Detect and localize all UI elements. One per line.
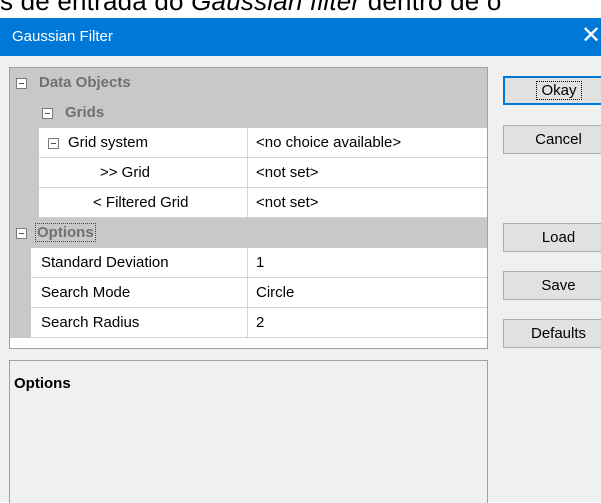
property-name: < Filtered Grid [93, 194, 189, 211]
category-options[interactable]: Options [10, 218, 487, 248]
category-label: Grids [65, 104, 105, 121]
property-name: Search Mode [41, 284, 131, 301]
property-value[interactable]: 2 [248, 308, 487, 338]
property-grid[interactable]: Data Objects Grids Grid system <no choic… [9, 67, 488, 349]
property-row-standard-deviation[interactable]: Standard Deviation 1 [10, 248, 487, 278]
load-button[interactable]: Load [503, 223, 601, 252]
background-caption-text: s de entrada do Gaussian filter dentro d… [0, 0, 601, 18]
dialog-body: Data Objects Grids Grid system <no choic… [0, 56, 601, 503]
close-icon[interactable]: ✕ [581, 22, 601, 50]
property-value[interactable]: Circle [248, 278, 487, 308]
collapse-icon[interactable] [16, 78, 27, 89]
caption-text-before: s de entrada do [0, 0, 192, 16]
category-label: Data Objects [39, 74, 131, 91]
defaults-button[interactable]: Defaults [503, 319, 601, 348]
property-name: >> Grid [100, 164, 151, 181]
dialog-title: Gaussian Filter [12, 28, 113, 45]
okay-button[interactable]: Okay [503, 76, 601, 105]
collapse-icon[interactable] [48, 138, 59, 149]
property-name: Search Radius [41, 314, 140, 331]
property-row-search-mode[interactable]: Search Mode Circle [10, 278, 487, 308]
cancel-button[interactable]: Cancel [503, 125, 601, 154]
collapse-icon[interactable] [42, 108, 53, 119]
property-value[interactable]: <not set> [248, 158, 487, 188]
property-value[interactable]: 1 [248, 248, 487, 278]
caption-text-italic: Gaussian filter [191, 0, 361, 16]
property-row-grid-system[interactable]: Grid system <no choice available> [10, 128, 487, 158]
property-row-input-grid[interactable]: >> Grid <not set> [10, 158, 487, 188]
dialog-titlebar[interactable]: Gaussian Filter ✕ [0, 18, 601, 56]
category-data-objects[interactable]: Data Objects [10, 68, 487, 98]
property-row-filtered-grid[interactable]: < Filtered Grid <not set> [10, 188, 487, 218]
collapse-icon[interactable] [16, 228, 27, 239]
category-grids[interactable]: Grids [10, 98, 487, 128]
caption-text-after: dentro de o [360, 0, 502, 16]
property-name: Standard Deviation [41, 254, 169, 271]
property-value[interactable]: <no choice available> [248, 128, 487, 158]
description-panel: Options [9, 360, 488, 503]
category-label: Options [35, 223, 96, 242]
description-title: Options [14, 375, 71, 392]
save-button[interactable]: Save [503, 271, 601, 300]
property-name: Grid system [68, 134, 149, 151]
property-value[interactable]: <not set> [248, 188, 487, 218]
property-row-search-radius[interactable]: Search Radius 2 [10, 308, 487, 338]
